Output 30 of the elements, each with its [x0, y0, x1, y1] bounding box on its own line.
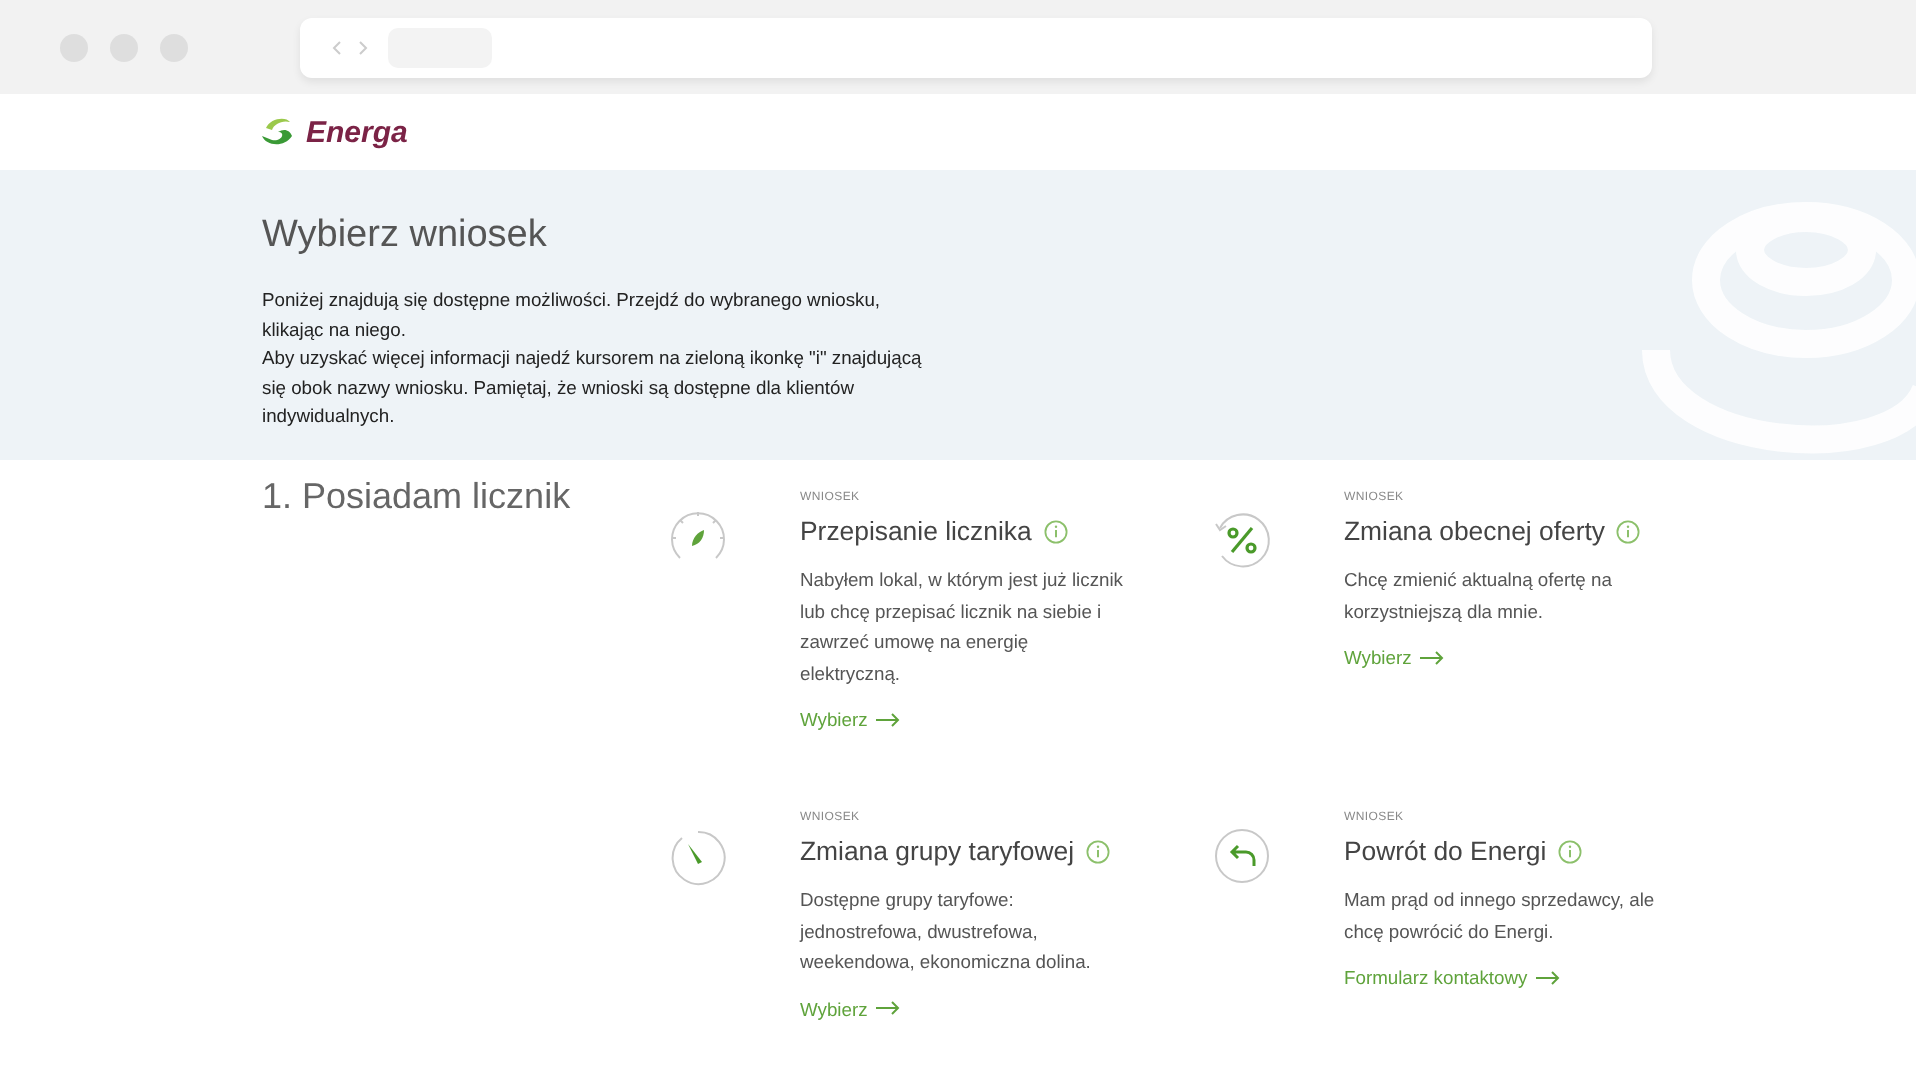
card-link[interactable]: Wybierz: [800, 997, 900, 1019]
back-forward-icon[interactable]: [332, 39, 368, 55]
logo-text[interactable]: Energa: [306, 115, 408, 149]
page-title: Wybierz wniosek: [262, 214, 549, 258]
arrow-right-icon: [875, 711, 900, 727]
card-title: Powrót do Energi: [1344, 834, 1547, 868]
logo-icon[interactable]: [260, 114, 296, 150]
arrow-right-icon: [875, 1000, 900, 1016]
arrow-right-icon: [1419, 649, 1444, 665]
card-title: Zmiana grupy taryfowej: [800, 834, 1075, 868]
card-link[interactable]: Wybierz: [800, 708, 900, 730]
info-icon[interactable]: [1086, 839, 1111, 863]
card-title: Zmiana obecnej oferty: [1344, 514, 1605, 548]
intro-paragraph: Poniżej znajdują się dostępne możliwości. Przejdź do wybranego wniosku, klikając na niego.: [262, 286, 883, 344]
info-icon[interactable]: [1616, 519, 1641, 543]
card-title: Przepisanie licznika: [800, 514, 1032, 548]
card-description: Nabyłem lokal, w którym jest już licznik lub chcę przepisać licznik na siebie i zawrzeć umowę na energię elektryczną.: [800, 566, 1124, 688]
section-title: 1. Posiadam licznik: [262, 476, 573, 520]
timer-icon: [668, 828, 728, 888]
info-icon[interactable]: [1043, 519, 1068, 543]
percent-icon: [1210, 508, 1274, 572]
card-link[interactable]: Formularz kontaktowy: [1344, 966, 1560, 988]
card-description: Dostępne grupy taryfowe: jednostrefowa, dwustrefowa, weekendowa, ekonomiczna dolina.: [800, 886, 1093, 976]
info-icon[interactable]: [1558, 839, 1583, 863]
card-description: Chcę zmienić aktualną ofertę na korzystniejszą dla mnie.: [1344, 566, 1614, 626]
arrow-right-icon: [1535, 969, 1560, 985]
intro-paragraph: Aby uzyskać więcej informacji najedź kursorem na zieloną ikonkę "i" znajdującą się obok nazwy wniosku. Pamiętaj, że wnioski są dostępne dla klientów indywidualnych.: [262, 344, 924, 431]
address-bar[interactable]: [300, 17, 1652, 77]
card-link[interactable]: Wybierz: [1344, 646, 1444, 668]
card-description: Mam prąd od innego sprzedawcy, ale chcę powrócić do Energi.: [1344, 886, 1657, 946]
